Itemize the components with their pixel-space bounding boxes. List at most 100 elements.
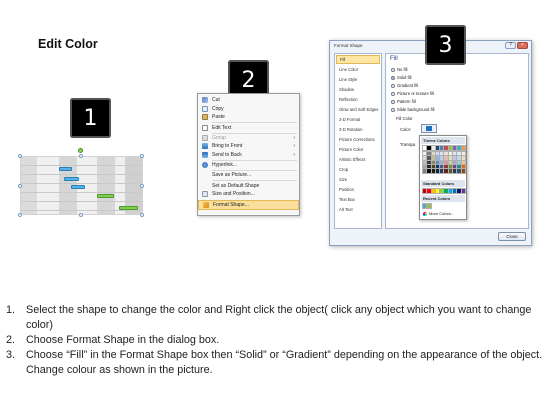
selection-handle[interactable] (18, 213, 22, 217)
color-swatch[interactable] (426, 203, 432, 209)
color-swatch[interactable] (422, 163, 428, 170)
color-swatch[interactable] (443, 145, 449, 151)
color-swatch[interactable] (439, 155, 445, 161)
color-swatch[interactable] (439, 188, 445, 194)
color-swatch[interactable] (443, 188, 449, 194)
color-swatch[interactable] (452, 151, 458, 157)
selection-handle[interactable] (18, 184, 22, 188)
color-swatch[interactable] (422, 188, 428, 194)
selection-handle[interactable] (79, 154, 83, 158)
color-swatch[interactable] (439, 168, 445, 174)
color-swatch[interactable] (426, 163, 432, 170)
color-swatch[interactable] (443, 155, 449, 161)
nav-item-reflection[interactable]: Reflection (336, 95, 380, 104)
color-swatch[interactable] (456, 159, 462, 166)
color-swatch[interactable] (456, 188, 462, 194)
color-swatch[interactable] (439, 145, 445, 151)
color-swatch[interactable] (460, 168, 467, 174)
color-swatch[interactable] (426, 188, 432, 194)
menu-item-bring-to-front[interactable]: Bring to Front › (198, 142, 299, 151)
color-swatch[interactable] (439, 163, 445, 170)
color-swatch[interactable] (443, 163, 449, 170)
color-swatch[interactable] (430, 163, 437, 170)
color-swatch[interactable] (456, 155, 462, 161)
color-swatch[interactable] (422, 159, 428, 166)
color-swatch[interactable] (430, 155, 437, 161)
nav-item-line-style[interactable]: Line Style (336, 75, 380, 84)
color-swatch[interactable] (452, 145, 458, 151)
color-swatch[interactable] (460, 159, 467, 166)
fill-option-picture[interactable]: Picture or texture fill (391, 91, 434, 96)
color-swatch[interactable] (426, 145, 432, 151)
selection-handle[interactable] (140, 184, 144, 188)
color-swatch[interactable] (434, 168, 441, 174)
more-colors-button[interactable]: More Colors... (423, 211, 454, 216)
color-swatch[interactable] (422, 203, 428, 209)
color-swatch[interactable] (460, 151, 467, 157)
menu-item-edit-text[interactable]: Edit Text (198, 123, 299, 132)
color-swatch[interactable] (452, 168, 458, 174)
color-swatch[interactable] (434, 145, 441, 151)
menu-item-group[interactable]: Group › (198, 134, 299, 143)
menu-item-hyperlink[interactable]: Hyperlink... (198, 161, 299, 170)
color-swatch[interactable] (439, 159, 445, 166)
gantt-bar[interactable] (59, 167, 72, 171)
color-swatch[interactable] (430, 168, 437, 174)
color-swatch[interactable] (447, 155, 454, 161)
color-swatch[interactable] (430, 159, 437, 166)
color-swatch[interactable] (422, 145, 428, 151)
color-swatch[interactable] (460, 145, 467, 151)
help-icon[interactable]: ? (505, 42, 516, 49)
color-swatch[interactable] (426, 159, 432, 166)
color-swatch[interactable] (443, 151, 449, 157)
gantt-shape[interactable] (20, 156, 143, 215)
nav-item-text-box[interactable]: Text Box (336, 195, 380, 204)
nav-item-picture-corrections[interactable]: Picture Corrections (336, 135, 380, 144)
color-swatch[interactable] (452, 159, 458, 166)
menu-item-set-default-shape[interactable]: Set as Default Shape (198, 181, 299, 190)
color-swatch[interactable] (439, 151, 445, 157)
nav-item-fill[interactable]: Fill (336, 55, 380, 64)
close-icon[interactable]: × (517, 42, 528, 49)
menu-item-save-as-picture[interactable]: Save as Picture... (198, 171, 299, 180)
color-swatch[interactable] (426, 155, 432, 161)
color-swatch[interactable] (456, 151, 462, 157)
color-swatch[interactable] (460, 163, 467, 170)
color-swatch[interactable] (447, 151, 454, 157)
color-swatch[interactable] (443, 168, 449, 174)
color-swatch[interactable] (434, 188, 441, 194)
fill-option-pattern[interactable]: Pattern fill (391, 99, 416, 104)
color-swatch[interactable] (447, 145, 454, 151)
rotation-handle[interactable] (78, 148, 83, 153)
color-swatch[interactable] (434, 155, 441, 161)
menu-item-format-shape[interactable]: Format Shape... (198, 200, 299, 210)
color-swatch[interactable] (426, 168, 432, 174)
color-swatch[interactable] (447, 188, 454, 194)
color-swatch[interactable] (456, 168, 462, 174)
fill-option-solid[interactable]: Solid fill (391, 75, 411, 80)
color-swatch[interactable] (430, 145, 437, 151)
gantt-bar[interactable] (64, 177, 79, 181)
color-swatch[interactable] (452, 188, 458, 194)
menu-item-copy[interactable]: Copy (198, 105, 299, 114)
color-swatch[interactable] (447, 159, 454, 166)
color-swatch[interactable] (430, 188, 437, 194)
gantt-bar[interactable] (71, 185, 85, 189)
nav-item-alt-text[interactable]: Alt Text (336, 205, 380, 214)
color-swatch[interactable] (460, 155, 467, 161)
selection-handle[interactable] (140, 213, 144, 217)
nav-item-line-color[interactable]: Line Color (336, 65, 380, 74)
color-swatch[interactable] (426, 151, 432, 157)
menu-item-size-and-position[interactable]: Size and Position... (198, 190, 299, 199)
nav-item-size[interactable]: Size (336, 175, 380, 184)
gantt-bar[interactable] (97, 194, 114, 198)
color-swatch[interactable] (422, 168, 428, 174)
color-swatch[interactable] (422, 151, 428, 157)
fill-option-slide-background[interactable]: Slide background fill (391, 107, 434, 112)
nav-item-shadow[interactable]: Shadow (336, 85, 380, 94)
color-swatch[interactable] (452, 163, 458, 170)
color-swatch[interactable] (456, 145, 462, 151)
color-swatch[interactable] (443, 159, 449, 166)
menu-item-paste[interactable]: Paste (198, 113, 299, 122)
color-swatch[interactable] (430, 151, 437, 157)
